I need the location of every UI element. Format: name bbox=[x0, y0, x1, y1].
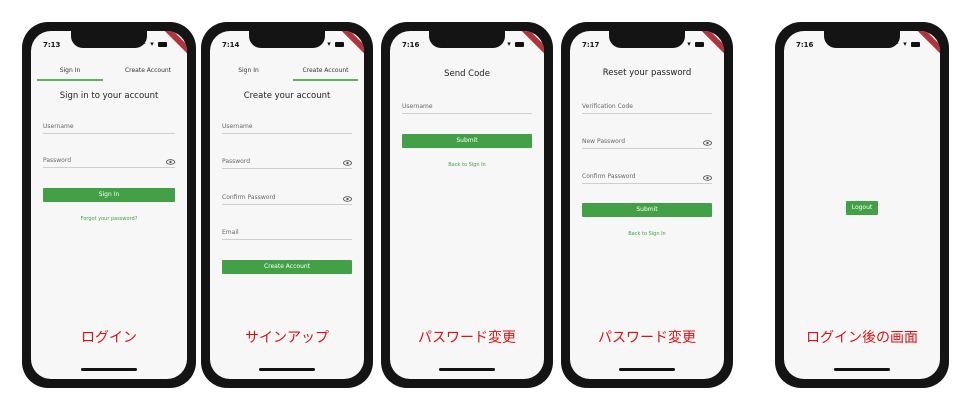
username-field[interactable]: Username bbox=[222, 117, 352, 134]
confirm-password-field[interactable]: Confirm Password bbox=[222, 188, 352, 205]
status-icons: ··· ▾ bbox=[890, 40, 920, 48]
status-icons: ··· ▾ bbox=[137, 40, 167, 48]
confirm-password-label: Confirm Password bbox=[582, 173, 636, 180]
email-field[interactable]: Email bbox=[222, 223, 352, 240]
home-indicator bbox=[439, 368, 495, 371]
verification-code-field[interactable]: Verification Code bbox=[582, 97, 712, 114]
username-label: Username bbox=[43, 123, 74, 130]
eye-icon[interactable] bbox=[343, 196, 352, 202]
screen: 7:16 ··· ▾ Send Code Username Submit Bac… bbox=[390, 31, 544, 379]
battery-icon bbox=[695, 41, 704, 47]
battery-icon bbox=[515, 41, 524, 47]
password-label: Password bbox=[43, 157, 72, 164]
screen: 7:16 ··· ▾ Logout ログイン後の画面 bbox=[784, 31, 940, 379]
screen: 7:13 ··· ▾ Sign In Create Account Sign i… bbox=[31, 31, 187, 379]
notch bbox=[71, 31, 147, 48]
status-time: 7:17 bbox=[582, 41, 600, 49]
home-indicator bbox=[834, 368, 890, 371]
tab-create-account[interactable]: Create Account bbox=[109, 65, 187, 79]
screen-caption: パスワード変更 bbox=[418, 330, 516, 346]
screen-caption: ログイン bbox=[81, 330, 137, 346]
page-title: Create your account bbox=[243, 91, 331, 101]
confirm-password-label: Confirm Password bbox=[222, 194, 276, 201]
logout-button[interactable]: Logout bbox=[846, 201, 878, 215]
home-indicator bbox=[619, 368, 675, 371]
new-password-label: New Password bbox=[582, 138, 626, 145]
password-field[interactable]: Password bbox=[222, 152, 352, 169]
page-title: Send Code bbox=[444, 69, 490, 79]
page-title: Reset your password bbox=[602, 68, 692, 78]
battery-icon bbox=[158, 41, 167, 47]
eye-icon[interactable] bbox=[703, 175, 712, 181]
submit-button[interactable]: Submit bbox=[582, 203, 712, 217]
status-time: 7:16 bbox=[796, 41, 814, 49]
username-field[interactable]: Username bbox=[402, 97, 532, 114]
home-indicator bbox=[81, 368, 137, 371]
phone-logged-in: 7:16 ··· ▾ Logout ログイン後の画面 bbox=[775, 22, 949, 388]
email-label: Email bbox=[222, 229, 239, 236]
confirm-password-field[interactable]: Confirm Password bbox=[582, 167, 712, 184]
status-time: 7:16 bbox=[402, 41, 420, 49]
battery-icon bbox=[911, 41, 920, 47]
tab-sign-in[interactable]: Sign In bbox=[210, 65, 287, 79]
status-icons: ··· ▾ bbox=[314, 40, 344, 48]
new-password-field[interactable]: New Password bbox=[582, 132, 712, 149]
screen-caption: ログイン後の画面 bbox=[806, 330, 918, 346]
status-time: 7:13 bbox=[43, 41, 61, 49]
status-time: 7:14 bbox=[222, 41, 240, 49]
phone-reset-password: 7:17 ··· ▾ Reset your password Verificat… bbox=[561, 22, 733, 388]
screen-caption: パスワード変更 bbox=[598, 330, 696, 346]
eye-icon[interactable] bbox=[343, 160, 352, 166]
username-label: Username bbox=[402, 103, 433, 110]
username-label: Username bbox=[222, 123, 253, 130]
tab-sign-in[interactable]: Sign In bbox=[31, 65, 109, 81]
notch bbox=[824, 31, 900, 48]
forgot-password-link[interactable]: Forgot your password? bbox=[31, 216, 187, 222]
eye-icon[interactable] bbox=[703, 140, 712, 146]
battery-icon bbox=[335, 41, 344, 47]
password-label: Password bbox=[222, 158, 251, 165]
phone-signup: 7:14 ··· ▾ Sign In Create Account Create… bbox=[201, 22, 373, 388]
back-to-sign-in-link[interactable]: Back to Sign In bbox=[390, 162, 544, 168]
tab-create-account[interactable]: Create Account bbox=[287, 65, 364, 81]
create-account-button[interactable]: Create Account bbox=[222, 260, 352, 274]
status-icons: ··· ▾ bbox=[494, 40, 524, 48]
submit-button[interactable]: Submit bbox=[402, 134, 532, 148]
home-indicator bbox=[259, 368, 315, 371]
auth-tabs: Sign In Create Account bbox=[210, 65, 364, 81]
back-to-sign-in-link[interactable]: Back to Sign In bbox=[570, 231, 724, 237]
status-icons: ··· ▾ bbox=[674, 40, 704, 48]
screen: 7:17 ··· ▾ Reset your password Verificat… bbox=[570, 31, 724, 379]
phone-send-code: 7:16 ··· ▾ Send Code Username Submit Bac… bbox=[381, 22, 553, 388]
auth-tabs: Sign In Create Account bbox=[31, 65, 187, 81]
screen-caption: サインアップ bbox=[245, 330, 329, 346]
page-title: Sign in to your account bbox=[59, 91, 159, 101]
password-field[interactable]: Password bbox=[43, 151, 175, 168]
phone-signin: 7:13 ··· ▾ Sign In Create Account Sign i… bbox=[22, 22, 196, 388]
username-field[interactable]: Username bbox=[43, 117, 175, 134]
eye-icon[interactable] bbox=[166, 159, 175, 165]
sign-in-button[interactable]: Sign In bbox=[43, 188, 175, 202]
screen: 7:14 ··· ▾ Sign In Create Account Create… bbox=[210, 31, 364, 379]
verification-code-label: Verification Code bbox=[582, 103, 633, 110]
